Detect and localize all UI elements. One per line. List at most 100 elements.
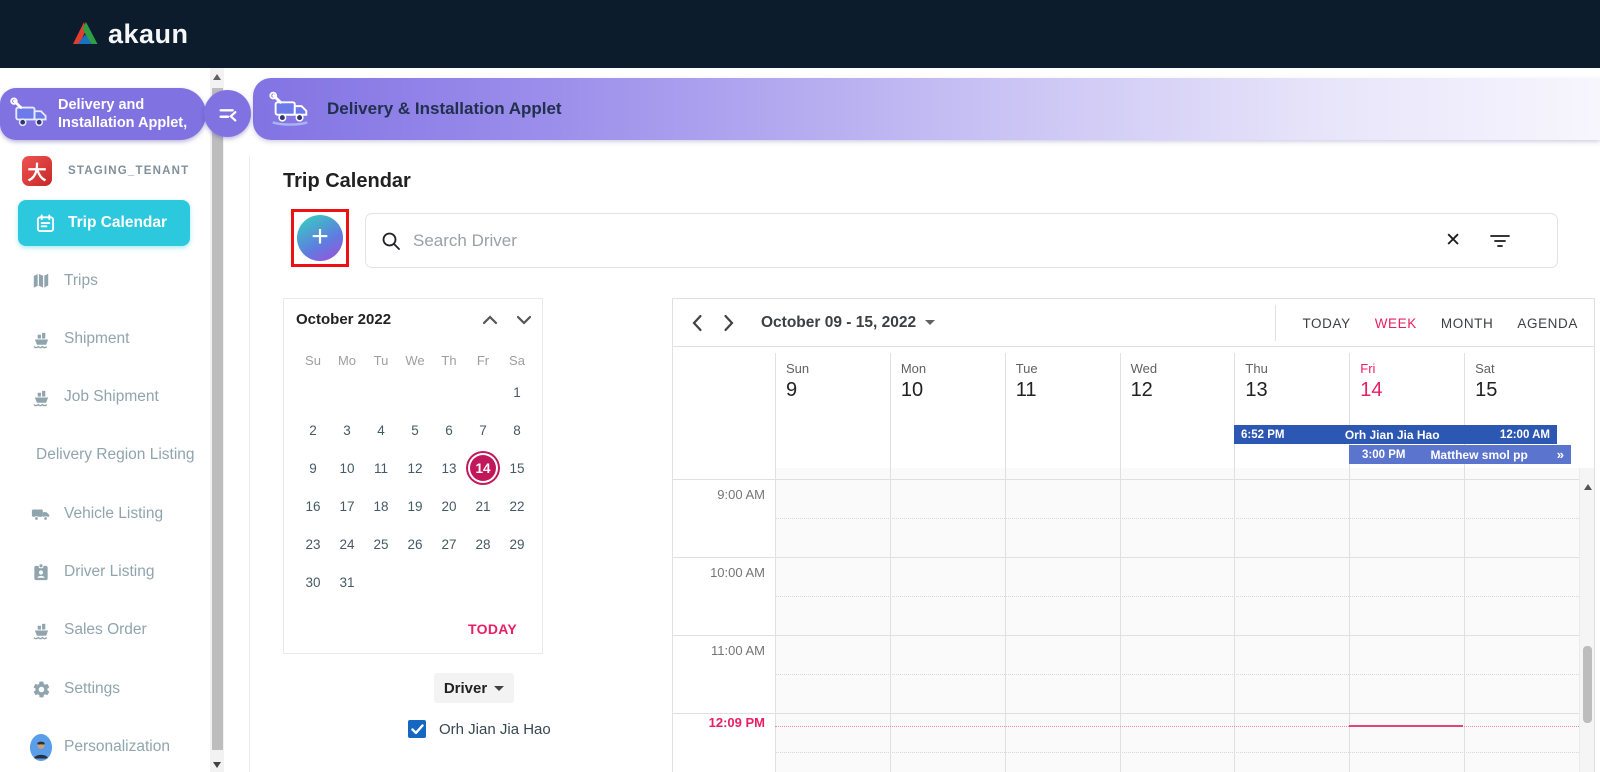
chevron-down-icon[interactable] [516, 314, 532, 326]
time-label: 10:00 AM [710, 565, 765, 580]
clear-search-icon[interactable]: ✕ [1445, 229, 1461, 252]
sidebar-scrollbar-thumb[interactable] [211, 88, 223, 750]
tenant-label: STAGING_TENANT [68, 165, 190, 177]
mini-date-29[interactable]: 29 [500, 525, 534, 563]
mini-date-5[interactable]: 5 [398, 411, 432, 449]
day-column-fri: Fri 14 [1349, 353, 1464, 772]
calendar-scrollbar[interactable] [1579, 468, 1594, 772]
mini-weekday-su: Su [305, 352, 321, 368]
day-number[interactable]: 11 [1016, 379, 1120, 402]
sidebar-item-delivery-region-listing[interactable]: Delivery Region Listing [0, 432, 210, 478]
mini-date-27[interactable]: 27 [432, 525, 466, 563]
day-column-sat: Sat 15 [1464, 353, 1579, 772]
caret-down-icon [494, 685, 505, 691]
view-week[interactable]: WEEK [1375, 316, 1417, 331]
sidebar-item-trip-calendar[interactable]: Trip Calendar [18, 200, 190, 246]
day-name: Wed [1130, 361, 1158, 376]
event-start-time: 6:52 PM [1241, 428, 1285, 441]
calendar-scrollbar-thumb[interactable] [1582, 646, 1592, 723]
view-month[interactable]: MONTH [1441, 316, 1494, 331]
previous-week-icon[interactable] [691, 314, 703, 332]
sidebar-item-sales-order[interactable]: Sales Order [0, 607, 210, 653]
sidebar-item-settings[interactable]: Settings [0, 666, 210, 712]
search-icon [381, 231, 401, 251]
mini-date-30[interactable]: 30 [296, 563, 330, 601]
calendar-event[interactable]: 6:52 PM Orh Jian Jia Hao 12:00 AM [1234, 425, 1557, 444]
sidebar-item-trips[interactable]: Trips [0, 258, 210, 304]
mini-date-31[interactable]: 31 [330, 563, 364, 601]
mini-date-13[interactable]: 13 [432, 449, 466, 487]
next-week-icon[interactable] [723, 314, 735, 332]
applet-header-title: Delivery & Installation Applet [327, 99, 562, 118]
scroll-up-icon[interactable] [1583, 484, 1592, 490]
day-number[interactable]: 14 [1360, 379, 1464, 402]
driver-checkbox[interactable] [408, 720, 426, 738]
calendar-event[interactable]: 3:00 PM Matthew smol pp » [1349, 445, 1571, 464]
mini-date-18[interactable]: 18 [364, 487, 398, 525]
mini-date-21[interactable]: 21 [466, 487, 500, 525]
delivery-truck-icon [267, 88, 313, 130]
scroll-down-icon[interactable] [213, 762, 221, 768]
day-name: Fri [1360, 361, 1376, 376]
mini-date-16[interactable]: 16 [296, 487, 330, 525]
mini-date-6[interactable]: 6 [432, 411, 466, 449]
mini-date-17[interactable]: 17 [330, 487, 364, 525]
mini-date-11[interactable]: 11 [364, 449, 398, 487]
mini-date-4[interactable]: 4 [364, 411, 398, 449]
mini-date-10[interactable]: 10 [330, 449, 364, 487]
mini-date-9[interactable]: 9 [296, 449, 330, 487]
mini-date-14[interactable]: 14 [470, 455, 496, 481]
mini-date-19[interactable]: 19 [398, 487, 432, 525]
view-agenda[interactable]: AGENDA [1517, 316, 1578, 331]
sidebar-scrollbar[interactable] [210, 68, 224, 772]
mini-date-20[interactable]: 20 [432, 487, 466, 525]
day-number[interactable]: 13 [1245, 379, 1349, 402]
sidebar-collapse-button[interactable] [204, 90, 251, 137]
mini-date-2[interactable]: 2 [296, 411, 330, 449]
mini-date-26[interactable]: 26 [398, 525, 432, 563]
mini-calendar-today-button[interactable]: TODAY [468, 621, 517, 637]
sidebar-item-shipment[interactable]: Shipment [0, 316, 210, 362]
id-badge-icon [30, 562, 52, 582]
view-today[interactable]: TODAY [1302, 316, 1350, 331]
date-range-selector[interactable]: October 09 - 15, 2022 [761, 314, 936, 332]
mini-date-24[interactable]: 24 [330, 525, 364, 563]
mini-date-28[interactable]: 28 [466, 525, 500, 563]
mini-date-7[interactable]: 7 [466, 411, 500, 449]
mini-weekday-tu: Tu [373, 352, 389, 368]
chevron-up-icon[interactable] [482, 314, 498, 326]
chevron-double-right-icon[interactable]: » [1557, 447, 1564, 462]
mini-date-23[interactable]: 23 [296, 525, 330, 563]
scroll-up-icon[interactable] [213, 74, 221, 80]
tenant-selector[interactable]: 大 STAGING_TENANT [22, 156, 189, 186]
driver-dropdown-button[interactable]: Driver [434, 673, 514, 703]
sidebar-item-personalization[interactable]: Personalization [0, 724, 210, 770]
search-driver-input[interactable] [411, 229, 1557, 252]
mini-date-1[interactable]: 1 [500, 373, 534, 411]
sidebar-item-job-shipment[interactable]: Job Shipment [0, 374, 210, 420]
mini-weekday-th: Th [441, 352, 457, 368]
sidebar-applet-badge[interactable]: Delivery and Installation Applet, [0, 88, 206, 140]
annotation-highlight-box: + [291, 209, 349, 267]
day-number[interactable]: 15 [1475, 379, 1579, 402]
mini-date-3[interactable]: 3 [330, 411, 364, 449]
mini-date-empty [466, 373, 500, 411]
sidebar-item-vehicle-listing[interactable]: Vehicle Listing [0, 491, 210, 537]
current-time-label: 12:09 PM [708, 715, 765, 730]
sidebar-item-driver-listing[interactable]: Driver Listing [0, 549, 210, 595]
sidebar-item-label: Vehicle Listing [64, 505, 164, 522]
day-number[interactable]: 10 [901, 379, 1005, 402]
mini-date-empty [296, 373, 330, 411]
mini-date-15[interactable]: 15 [500, 449, 534, 487]
mini-date-25[interactable]: 25 [364, 525, 398, 563]
add-trip-button[interactable]: + [297, 215, 343, 261]
mini-date-empty [330, 373, 364, 411]
mini-date-12[interactable]: 12 [398, 449, 432, 487]
sidebar-item-label: Personalization [64, 738, 170, 755]
day-number[interactable]: 9 [786, 379, 890, 402]
mini-date-8[interactable]: 8 [500, 411, 534, 449]
brand-logo[interactable]: akaun [70, 19, 189, 50]
day-number[interactable]: 12 [1131, 379, 1235, 402]
filter-icon[interactable] [1489, 232, 1511, 250]
mini-date-22[interactable]: 22 [500, 487, 534, 525]
